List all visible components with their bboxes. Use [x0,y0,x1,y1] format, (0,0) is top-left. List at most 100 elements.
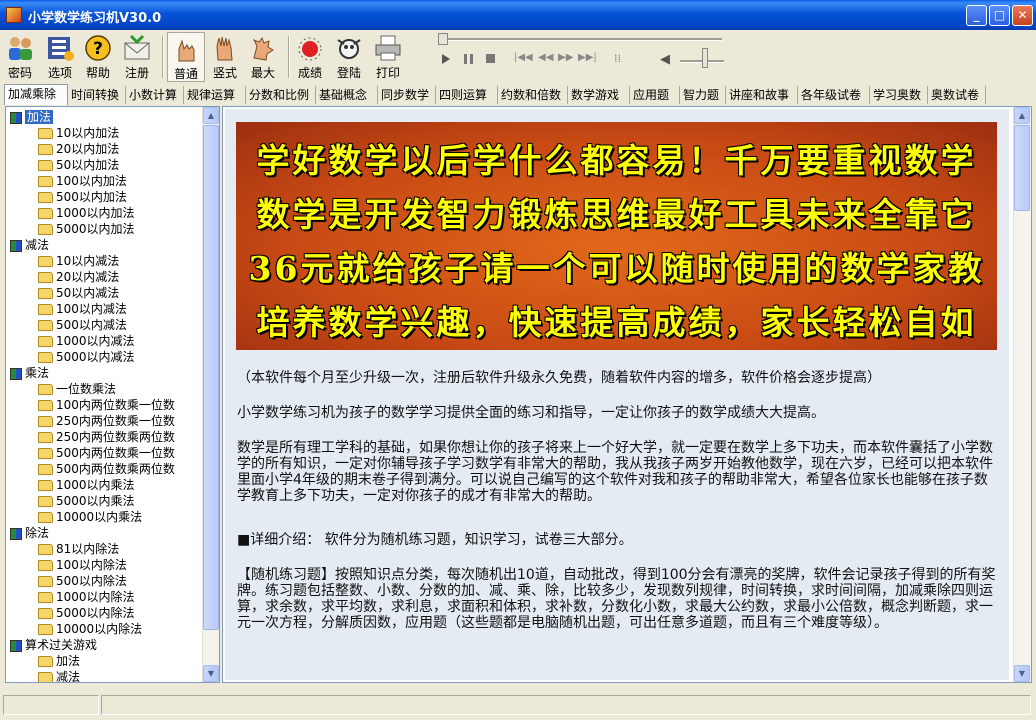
tree-leaf[interactable]: 一位数乘法 [38,381,116,397]
tree-leaf[interactable]: 100内两位数乘一位数 [38,397,175,413]
tab-item[interactable]: 各年级试卷 [798,86,870,104]
tree-leaf[interactable]: 250内两位数乘一位数 [38,413,175,429]
tab-item[interactable]: 小数计算 [126,86,184,104]
toolbar-separator [288,36,290,78]
tree-leaf[interactable]: 500以内减法 [38,317,127,333]
tree-label: 50以内加法 [56,158,120,172]
play-icon[interactable] [442,54,450,64]
folder-icon [38,560,53,571]
tree-leaf[interactable]: 1000以内加法 [38,205,135,221]
folder-icon [38,176,53,187]
tab-item[interactable]: 四则运算 [436,86,498,104]
register-button[interactable]: 注册 [121,32,153,82]
tab-item[interactable]: 加减乘除 [4,84,68,105]
close-button[interactable]: ✕ [1012,5,1033,26]
tree-leaf[interactable]: 10以内加法 [38,125,119,141]
tree-leaf[interactable]: 50以内减法 [38,285,119,301]
tree-leaf[interactable]: 100以内加法 [38,173,127,189]
seek-track[interactable] [438,38,722,41]
tree-leaf[interactable]: 100以内减法 [38,301,127,317]
tree-node[interactable]: 乘法 [10,365,49,381]
vertical-mode-button[interactable]: 竖式 [209,32,241,82]
maximize-button[interactable]: □ [989,5,1010,26]
options-button[interactable]: 选项 [44,32,76,82]
tab-item[interactable]: 奥数试卷 [928,86,986,104]
skip-back-icon[interactable]: |◀◀ [514,52,533,63]
tab-item[interactable]: 智力题 [680,86,726,104]
scroll-thumb[interactable] [1014,125,1030,211]
help-button[interactable]: ? 帮助 [82,32,114,82]
password-button[interactable]: 密码 [4,32,36,82]
intro-paragraph: 小学数学练习机为孩子的数学学习提供全面的练习和指导，一定让你孩子的数学成绩大大提… [237,405,825,421]
tree-leaf[interactable]: 1000以内减法 [38,333,135,349]
tab-item[interactable]: 讲座和故事 [726,86,798,104]
forward-icon[interactable]: ▶▶ [558,52,573,63]
scroll-down-button[interactable]: ▼ [203,665,219,682]
pause-icon[interactable] [464,54,473,64]
volume-icon[interactable]: ◀ [660,52,670,67]
score-button[interactable]: 成绩 [294,32,326,82]
tree-leaf[interactable]: 10以内减法 [38,253,119,269]
tree-leaf[interactable]: 5000以内加法 [38,221,135,237]
tree-leaf[interactable]: 500内两位数乘一位数 [38,445,175,461]
tree-leaf[interactable]: 5000以内减法 [38,349,135,365]
tree-leaf[interactable]: 50以内加法 [38,157,119,173]
tab-item[interactable]: 同步数学 [378,86,436,104]
tab-item[interactable]: 基础概念 [316,86,378,104]
tree-leaf[interactable]: 减法 [38,669,80,682]
tree-leaf[interactable]: 1000以内除法 [38,589,135,605]
tree-leaf[interactable]: 20以内减法 [38,269,119,285]
tree-node[interactable]: 算术过关游戏 [10,637,97,653]
stop-icon[interactable] [486,54,495,63]
tree-leaf[interactable]: 1000以内乘法 [38,477,135,493]
playlist-icon[interactable]: ⁞⁞ [614,52,621,65]
content-scrollbar[interactable]: ▲ ▼ [1013,107,1031,682]
printer-icon [375,35,401,61]
folder-icon [38,416,53,427]
tab-item[interactable]: 约数和倍数 [498,86,568,104]
tab-item[interactable]: 学习奥数 [870,86,928,104]
tree-leaf[interactable]: 10000以内除法 [38,621,142,637]
max-mode-button[interactable]: 最大 [247,32,279,82]
tree-label: 100以内加法 [56,174,127,188]
tree-leaf[interactable]: 500以内除法 [38,573,127,589]
tree-label: 10以内加法 [56,126,120,140]
tree-leaf[interactable]: 500以内加法 [38,189,127,205]
tree-node[interactable]: 除法 [10,525,49,541]
rewind-icon[interactable]: ◀◀ [538,52,553,63]
tree-leaf[interactable]: 加法 [38,653,80,669]
volume-thumb[interactable] [702,48,708,68]
seek-thumb[interactable] [438,33,448,45]
tree-leaf[interactable]: 10000以内乘法 [38,509,142,525]
tree-node[interactable]: 减法 [10,237,49,253]
category-icon [10,639,22,652]
tree-leaf[interactable]: 5000以内除法 [38,605,135,621]
minimize-button[interactable]: _ [966,5,987,26]
tab-item[interactable]: 应用题 [630,86,680,104]
skip-forward-icon[interactable]: ▶▶| [578,52,597,63]
category-icon [10,367,22,380]
scroll-thumb[interactable] [203,125,219,630]
tree-leaf[interactable]: 500内两位数乘两位数 [38,461,175,477]
tree-leaf[interactable]: 100以内除法 [38,557,127,573]
tree-scrollbar[interactable]: ▲ ▼ [202,107,219,682]
tree-label: 减法 [25,238,50,252]
tree-leaf[interactable]: 250内两位数乘两位数 [38,429,175,445]
tree-leaf[interactable]: 5000以内乘法 [38,493,135,509]
tree-label: 5000以内加法 [56,222,135,236]
print-button[interactable]: 打印 [372,32,404,82]
folder-icon [38,336,53,347]
tab-item[interactable]: 时间转换 [68,86,126,104]
normal-mode-button[interactable]: 普通 [167,32,205,82]
scroll-up-button[interactable]: ▲ [203,107,219,124]
scroll-down-button[interactable]: ▼ [1014,665,1030,682]
tab-item[interactable]: 规律运算 [184,86,246,104]
tree-leaf[interactable]: 81以内除法 [38,541,119,557]
scroll-up-button[interactable]: ▲ [1014,107,1030,124]
login-button[interactable]: 登陆 [333,32,365,82]
tab-item[interactable]: 数学游戏 [568,86,630,104]
tree-node[interactable]: 加法 [10,109,54,125]
tree-leaf[interactable]: 20以内加法 [38,141,119,157]
tree-label: 20以内减法 [56,270,120,284]
tab-item[interactable]: 分数和比例 [246,86,316,104]
